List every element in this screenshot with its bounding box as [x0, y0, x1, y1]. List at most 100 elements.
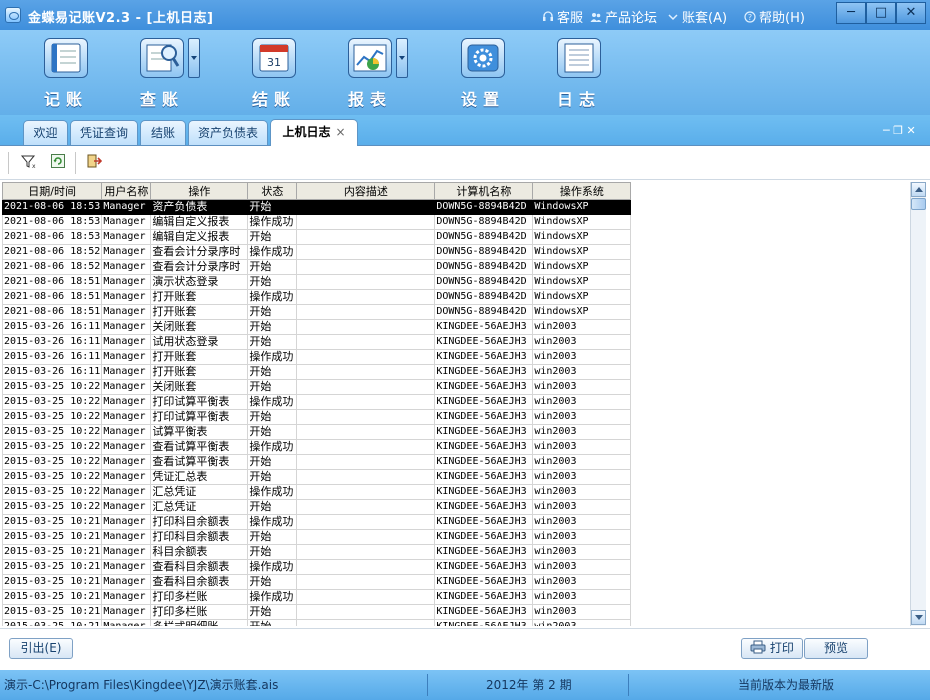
table-row[interactable]: 2015-03-26 16:11 Manager 试用状态登录 开始 KINGDEE-5…	[2, 334, 632, 350]
scroll-up-button[interactable]	[911, 182, 926, 197]
table-row[interactable]: 2015-03-25 10:21 Manager 打印多栏账 开始 KINGDEE-56…	[2, 604, 632, 620]
customer-service-label: 客服	[557, 11, 584, 26]
cell-operation: 查看试算平衡表	[150, 439, 249, 455]
table-row[interactable]: 2021-08-06 18:51 Manager 打开账套 操作成功 DOWN5G-88…	[2, 289, 632, 305]
cell-username: Manager	[101, 619, 152, 626]
cell-username: Manager	[101, 379, 152, 395]
tab-login-log[interactable]: 上机日志 ×	[270, 119, 358, 146]
reports-dropdown-button[interactable]	[396, 38, 408, 78]
tab-welcome[interactable]: 欢迎	[23, 120, 68, 145]
column-header-datetime[interactable]: 日期/时间	[2, 182, 103, 200]
toolbar-settings-label: 设置	[460, 90, 505, 109]
printer-icon	[750, 640, 766, 654]
table-row[interactable]: 2021-08-06 18:51 Manager 打开账套 开始 DOWN5G-8894…	[2, 304, 632, 320]
print-button[interactable]: 打印	[741, 638, 803, 659]
scroll-down-button[interactable]	[911, 610, 926, 625]
tab-window-controls[interactable]: ─ ❐ ✕	[883, 124, 916, 137]
preview-button[interactable]: 预览	[804, 638, 868, 659]
cell-os: win2003	[532, 499, 632, 515]
toolbar-audit-button[interactable]: 查账	[122, 38, 202, 110]
table-row[interactable]: 2015-03-25 10:21Manager多栏式明细账开始 KINGDEE-5…	[2, 619, 632, 626]
close-button[interactable]: ✕	[896, 2, 926, 24]
table-row[interactable]: 2015-03-25 10:22 Manager 打印试算平衡表 开始 KINGDEE-…	[2, 409, 632, 425]
maximize-button[interactable]: □	[866, 2, 896, 24]
table-row[interactable]: 2015-03-25 10:22 Manager 关闭账套 开始 KINGDEE-56A…	[2, 379, 632, 395]
toolbar-log-button[interactable]: 日志	[539, 38, 619, 110]
table-row[interactable]: 2015-03-25 10:22 Manager 查看试算平衡表 开始 KINGDEE-…	[2, 454, 632, 470]
tab-balance-sheet[interactable]: 资产负债表	[188, 120, 268, 145]
tab-close-icon[interactable]: ×	[335, 125, 345, 139]
table-row[interactable]: 2015-03-25 10:22 Manager 汇总凭证 开始 KINGDEE-56A…	[2, 499, 632, 515]
table-row[interactable]: 2015-03-26 16:11 Manager 打开账套 开始 KINGDEE-56A…	[2, 364, 632, 380]
table-row[interactable]: 2015-03-25 10:22 Manager 汇总凭证 操作成功 KINGDEE-5…	[2, 484, 632, 500]
table-row[interactable]: 2015-03-25 10:21 Manager 查看科目余额表 操作成功 KINGDE…	[2, 559, 632, 575]
tab-close-period[interactable]: 结账	[140, 120, 186, 145]
audit-dropdown-button[interactable]	[188, 38, 200, 78]
column-header-computer[interactable]: 计算机名称	[434, 182, 534, 200]
cell-status: 开始	[247, 229, 298, 245]
cell-status: 开始	[247, 574, 298, 590]
table-row[interactable]: 2021-08-06 18:53 Manager 编辑自定义报表 操作成功 DOWN5G…	[2, 214, 632, 230]
minimize-button[interactable]: ─	[836, 2, 866, 24]
filter-icon: x	[20, 155, 36, 170]
log-table[interactable]: 日期/时间 用户名称 操作 状态 内容描述 计算机名称 操作系统 2021-08…	[2, 182, 909, 626]
table-row[interactable]: 2021-08-06 18:53 Manager 编辑自定义报表 开始 DOWN5G-8…	[2, 229, 632, 245]
table-row[interactable]: 2015-03-25 10:22 Manager 试算平衡表 开始 KINGDEE-56…	[2, 424, 632, 440]
window-title: 金蝶易记账V2.3 - [上机日志]	[28, 11, 214, 26]
cell-datetime: 2021-08-06 18:53	[2, 199, 103, 215]
customer-service-link[interactable]: 客服	[542, 7, 583, 26]
cell-status: 操作成功	[247, 559, 298, 575]
cell-status: 开始	[247, 604, 298, 620]
cell-description	[296, 544, 436, 560]
table-row[interactable]: 2015-03-25 10:21 Manager 打印多栏账 操作成功 KINGDEE-…	[2, 589, 632, 605]
table-row[interactable]: 2021-08-06 18:52 Manager 查看会计分录序时 操作成功 DOWN5…	[2, 244, 632, 260]
scroll-thumb[interactable]	[911, 198, 926, 210]
table-row[interactable]: 2015-03-26 16:11 Manager 关闭账套 开始 KINGDEE-56A…	[2, 319, 632, 335]
column-header-username[interactable]: 用户名称	[101, 182, 152, 200]
cell-computer: KINGDEE-56AEJH3	[434, 574, 534, 590]
product-forum-link[interactable]: 产品论坛	[590, 7, 657, 26]
refresh-button[interactable]	[48, 153, 68, 173]
toolbar-bookkeeping-button[interactable]: 记账	[26, 38, 106, 110]
table-row[interactable]: 2015-03-25 10:21 Manager 科目余额表 开始 KINGDEE-56…	[2, 544, 632, 560]
cell-status: 开始	[247, 544, 298, 560]
column-header-operation[interactable]: 操作	[150, 182, 249, 200]
column-header-status[interactable]: 状态	[247, 182, 298, 200]
action-bar: 引出(E) 打印 预览	[0, 628, 930, 668]
table-row[interactable]: 2015-03-25 10:22 Manager 凭证汇总表 开始 KINGDEE-56…	[2, 469, 632, 485]
table-row[interactable]: 2021-08-06 18:52 Manager 查看会计分录序时 开始 DOWN5G-…	[2, 259, 632, 275]
table-row[interactable]: 2015-03-26 16:11 Manager 打开账套 操作成功 KINGDEE-5…	[2, 349, 632, 365]
account-set-menu[interactable]: 账套(A)	[667, 7, 727, 26]
export-button[interactable]: 引出(E)	[9, 638, 73, 659]
table-row[interactable]: 2015-03-25 10:22 Manager 打印试算平衡表 操作成功 KINGDE…	[2, 394, 632, 410]
cell-datetime: 2015-03-25 10:21	[2, 589, 103, 605]
vertical-scrollbar[interactable]	[910, 182, 926, 626]
cell-os: win2003	[532, 379, 632, 395]
table-row[interactable]: 2021-08-06 18:51 Manager 演示状态登录 开始 DOWN5G-88…	[2, 274, 632, 290]
cell-os: win2003	[532, 589, 632, 605]
table-row[interactable]: 2015-03-25 10:21 Manager 打印科目余额表 开始 KINGDEE-…	[2, 529, 632, 545]
column-header-os[interactable]: 操作系统	[532, 182, 632, 200]
table-row[interactable]: 2015-03-25 10:21 Manager 打印科目余额表 操作成功 KINGDE…	[2, 514, 632, 530]
cell-computer: KINGDEE-56AEJH3	[434, 514, 534, 530]
cell-operation: 查看科目余额表	[150, 559, 249, 575]
cell-username: Manager	[101, 199, 152, 215]
cell-datetime: 2021-08-06 18:53	[2, 214, 103, 230]
toolbar-reports-button[interactable]: 报表	[330, 38, 410, 110]
table-row[interactable]: 2015-03-25 10:21 Manager 查看科目余额表 开始 KINGDEE-…	[2, 574, 632, 590]
cell-username: Manager	[101, 289, 152, 305]
cell-datetime: 2021-08-06 18:53	[2, 229, 103, 245]
toolbar-settings-button[interactable]: 设置	[443, 38, 523, 110]
filter-button[interactable]: x	[18, 153, 38, 173]
toolbar-close-period-button[interactable]: 31 结账	[234, 38, 314, 110]
cell-computer: DOWN5G-8894B42D	[434, 274, 534, 290]
cell-os: win2003	[532, 469, 632, 485]
column-header-description[interactable]: 内容描述	[296, 182, 436, 200]
help-menu[interactable]: ? 帮助(H)	[744, 7, 805, 26]
tab-voucher-query[interactable]: 凭证查询	[70, 120, 138, 145]
cell-datetime: 2015-03-25 10:22	[2, 469, 103, 485]
cell-status: 操作成功	[247, 439, 298, 455]
exit-button[interactable]	[84, 153, 104, 173]
table-row[interactable]: 2015-03-25 10:22 Manager 查看试算平衡表 操作成功 KINGDE…	[2, 439, 632, 455]
table-row[interactable]: 2021-08-06 18:53 Manager 资产负债表 开始 DOWN5G-889…	[2, 199, 632, 215]
